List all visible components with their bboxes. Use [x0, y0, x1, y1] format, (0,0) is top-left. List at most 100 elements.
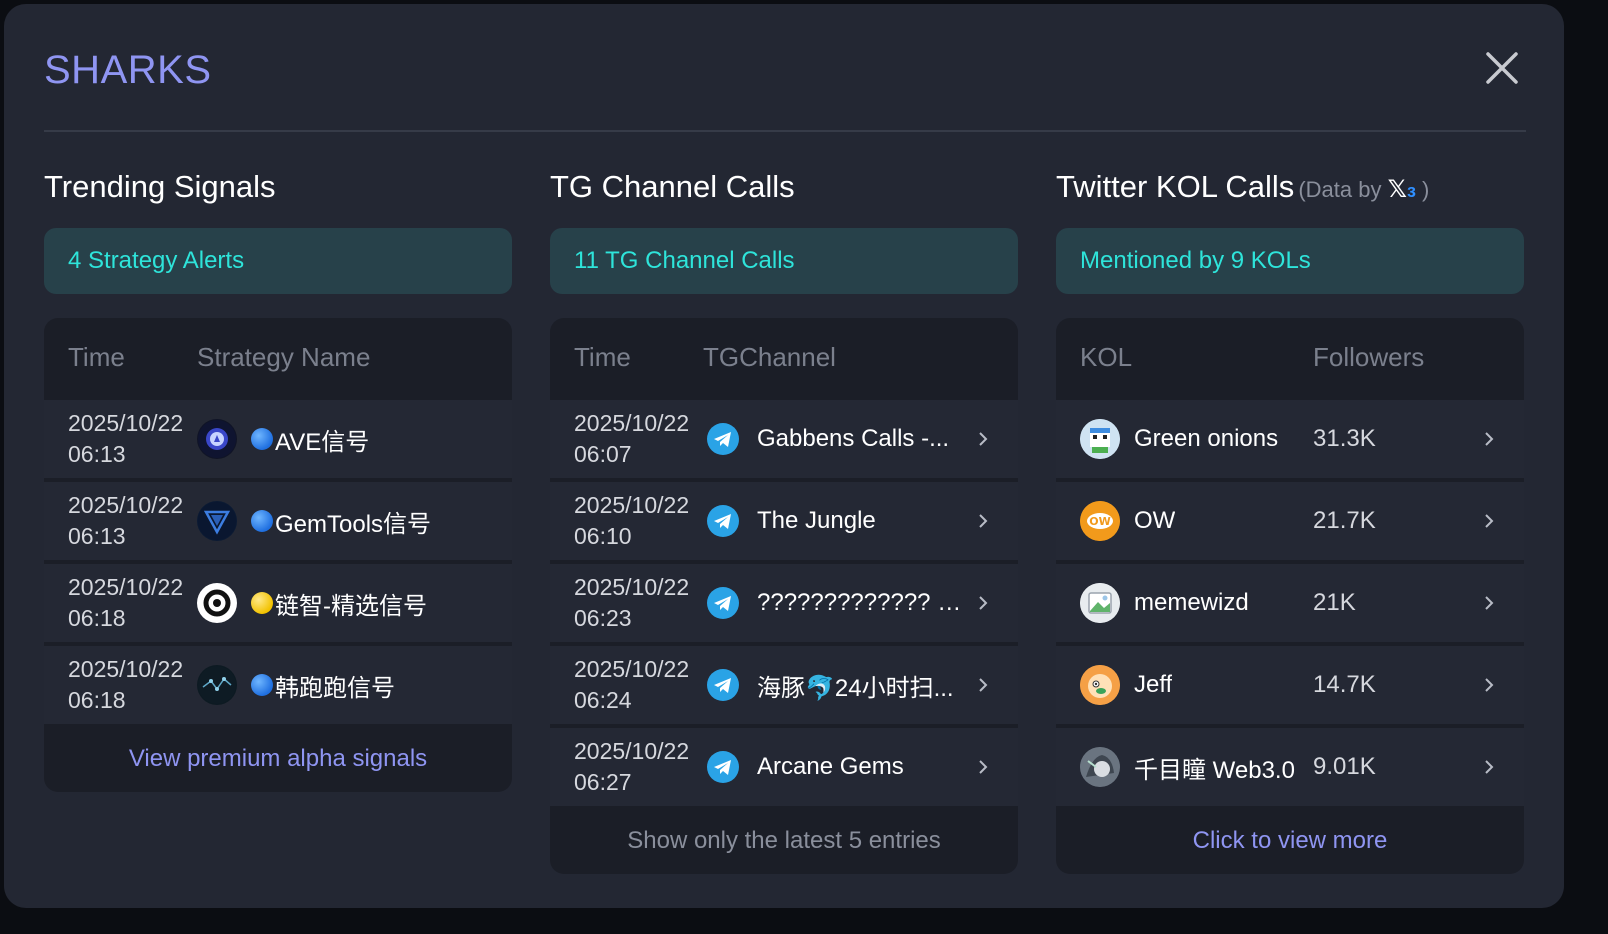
- data-by-label: (Data by 𝕏ɜ ): [1298, 176, 1430, 203]
- gemtools-logo-icon: [197, 501, 237, 541]
- table-header: Time TGChannel: [550, 318, 1018, 396]
- followers-count: 9.01K: [1313, 753, 1376, 780]
- followers-count: 21K: [1313, 589, 1356, 616]
- chevron-right-icon: [1474, 594, 1504, 612]
- tg-channel-header: TGChannel: [703, 341, 836, 372]
- view-more-kols-link[interactable]: Click to view more: [1056, 810, 1524, 874]
- row-time: 06:18: [68, 687, 126, 713]
- table-header: Time Strategy Name: [44, 318, 512, 396]
- telegram-icon: [707, 505, 739, 537]
- x3-logo-icon: 𝕏ɜ: [1387, 176, 1416, 203]
- followers-count: 14.7K: [1313, 671, 1376, 698]
- blue-dot-icon: [251, 674, 273, 696]
- table-row[interactable]: 2025/10/22 06:18 链智-精选信号: [44, 564, 512, 642]
- trending-signals-section: Trending Signals 4 Strategy Alerts Time …: [44, 164, 512, 792]
- header-divider: [44, 130, 1526, 132]
- chevron-right-icon: [968, 512, 998, 530]
- chevron-right-icon: [1474, 676, 1504, 694]
- kol-mentions-banner: Mentioned by 9 KOLs: [1056, 228, 1524, 294]
- svg-text:OW: OW: [1089, 515, 1110, 528]
- tg-channel-name: 海豚🐬24小时扫...: [757, 674, 954, 702]
- close-button[interactable]: [1480, 46, 1524, 90]
- tg-channel-name: Gabbens Calls -...: [757, 425, 950, 452]
- row-date: 2025/10/22: [574, 410, 690, 436]
- strategy-name: AVE信号: [275, 428, 370, 456]
- blue-dot-icon: [251, 428, 273, 450]
- row-time: 06:07: [574, 441, 632, 467]
- twitter-kol-calls-section: Twitter KOL Calls (Data by 𝕏ɜ ) Mentioned…: [1056, 164, 1524, 874]
- time-header: Time: [574, 341, 631, 372]
- telegram-icon: [707, 669, 739, 701]
- row-time: 06:23: [574, 605, 632, 631]
- row-date: 2025/10/22: [574, 738, 690, 764]
- row-date: 2025/10/22: [574, 574, 690, 600]
- kol-name: Jeff: [1134, 671, 1173, 698]
- kol-name: OW: [1134, 507, 1176, 534]
- strategy-name-header: Strategy Name: [197, 341, 371, 372]
- ow-avatar-icon: OW: [1080, 501, 1120, 541]
- tg-table: Time TGChannel 2025/10/22 06:07 Gabbens C…: [550, 318, 1018, 874]
- view-premium-signals-link[interactable]: View premium alpha signals: [44, 728, 512, 792]
- table-row[interactable]: Jeff 14.7K: [1056, 646, 1524, 724]
- close-icon: [1486, 52, 1518, 84]
- chevron-right-icon: [1474, 758, 1504, 776]
- strategy-alerts-banner: 4 Strategy Alerts: [44, 228, 512, 294]
- tg-channel-name: ????????????? - ...: [757, 589, 968, 616]
- tg-channel-name: The Jungle: [757, 507, 876, 534]
- row-date: 2025/10/22: [68, 492, 184, 518]
- table-row[interactable]: 2025/10/22 06:24 海豚🐬24小时扫...: [550, 646, 1018, 724]
- table-row[interactable]: 2025/10/22 06:18 韩跑跑信号: [44, 646, 512, 724]
- table-row[interactable]: memewizd 21K: [1056, 564, 1524, 642]
- kol-header: KOL: [1080, 341, 1133, 372]
- network-logo-icon: [197, 665, 237, 705]
- telegram-icon: [707, 751, 739, 783]
- table-row[interactable]: 2025/10/22 06:10 The Jungle: [550, 482, 1018, 560]
- trending-signals-title: Trending Signals: [44, 169, 276, 204]
- cartoon-avatar-icon: [1080, 665, 1120, 705]
- anime-avatar-icon: [1080, 747, 1120, 787]
- landscape-avatar-icon: [1080, 583, 1120, 623]
- row-time: 06:10: [574, 523, 632, 549]
- row-time: 06:27: [574, 769, 632, 795]
- latest-entries-note: Show only the latest 5 entries: [627, 827, 941, 854]
- row-time: 06:24: [574, 687, 632, 713]
- yellow-dot-icon: [251, 592, 273, 614]
- kol-table: KOL Followers Green onions 31.3K OW OW 2…: [1056, 318, 1524, 874]
- sharks-modal: SHARKS Trending Signals 4 Strategy Alert…: [4, 4, 1564, 908]
- strategy-name: 韩跑跑信号: [275, 674, 395, 702]
- kol-name: memewizd: [1134, 589, 1249, 616]
- modal-title: SHARKS: [44, 48, 212, 92]
- table-row[interactable]: Green onions 31.3K: [1056, 400, 1524, 478]
- table-row[interactable]: OW OW 21.7K: [1056, 482, 1524, 560]
- table-row[interactable]: 2025/10/22 06:07 Gabbens Calls -...: [550, 400, 1018, 478]
- table-row[interactable]: 2025/10/22 06:23 ????????????? - ...: [550, 564, 1018, 642]
- kol-name: Green onions: [1134, 425, 1279, 452]
- row-date: 2025/10/22: [574, 656, 690, 682]
- blue-dot-icon: [251, 510, 273, 532]
- row-date: 2025/10/22: [68, 410, 184, 436]
- followers-count: 31.3K: [1313, 425, 1376, 452]
- strategy-name: GemTools信号: [275, 510, 432, 538]
- time-header: Time: [68, 341, 125, 372]
- table-row[interactable]: 2025/10/22 06:13 GemTools信号: [44, 482, 512, 560]
- tg-channel-name: Arcane Gems: [757, 753, 904, 780]
- strategy-table: Time Strategy Name 2025/10/22 06:13 AVE信号…: [44, 318, 512, 792]
- row-date: 2025/10/22: [68, 656, 184, 682]
- table-row[interactable]: 千目瞳 Web3.0 9.01K: [1056, 728, 1524, 806]
- table-header: KOL Followers: [1056, 318, 1524, 396]
- followers-header: Followers: [1313, 341, 1425, 372]
- telegram-icon: [707, 423, 739, 455]
- twitter-kol-calls-title: Twitter KOL Calls: [1056, 169, 1295, 204]
- row-time: 06:13: [68, 441, 126, 467]
- chevron-right-icon: [968, 594, 998, 612]
- chain-logo-icon: [197, 583, 237, 623]
- followers-count: 21.7K: [1313, 507, 1376, 534]
- row-time: 06:18: [68, 605, 126, 631]
- pixel-avatar-icon: [1080, 419, 1120, 459]
- table-row[interactable]: 2025/10/22 06:27 Arcane Gems: [550, 728, 1018, 806]
- telegram-icon: [707, 587, 739, 619]
- tg-channel-calls-title: TG Channel Calls: [550, 169, 795, 204]
- table-row[interactable]: 2025/10/22 06:13 AVE信号: [44, 400, 512, 478]
- row-date: 2025/10/22: [574, 492, 690, 518]
- strategy-name: 链智-精选信号: [275, 592, 427, 620]
